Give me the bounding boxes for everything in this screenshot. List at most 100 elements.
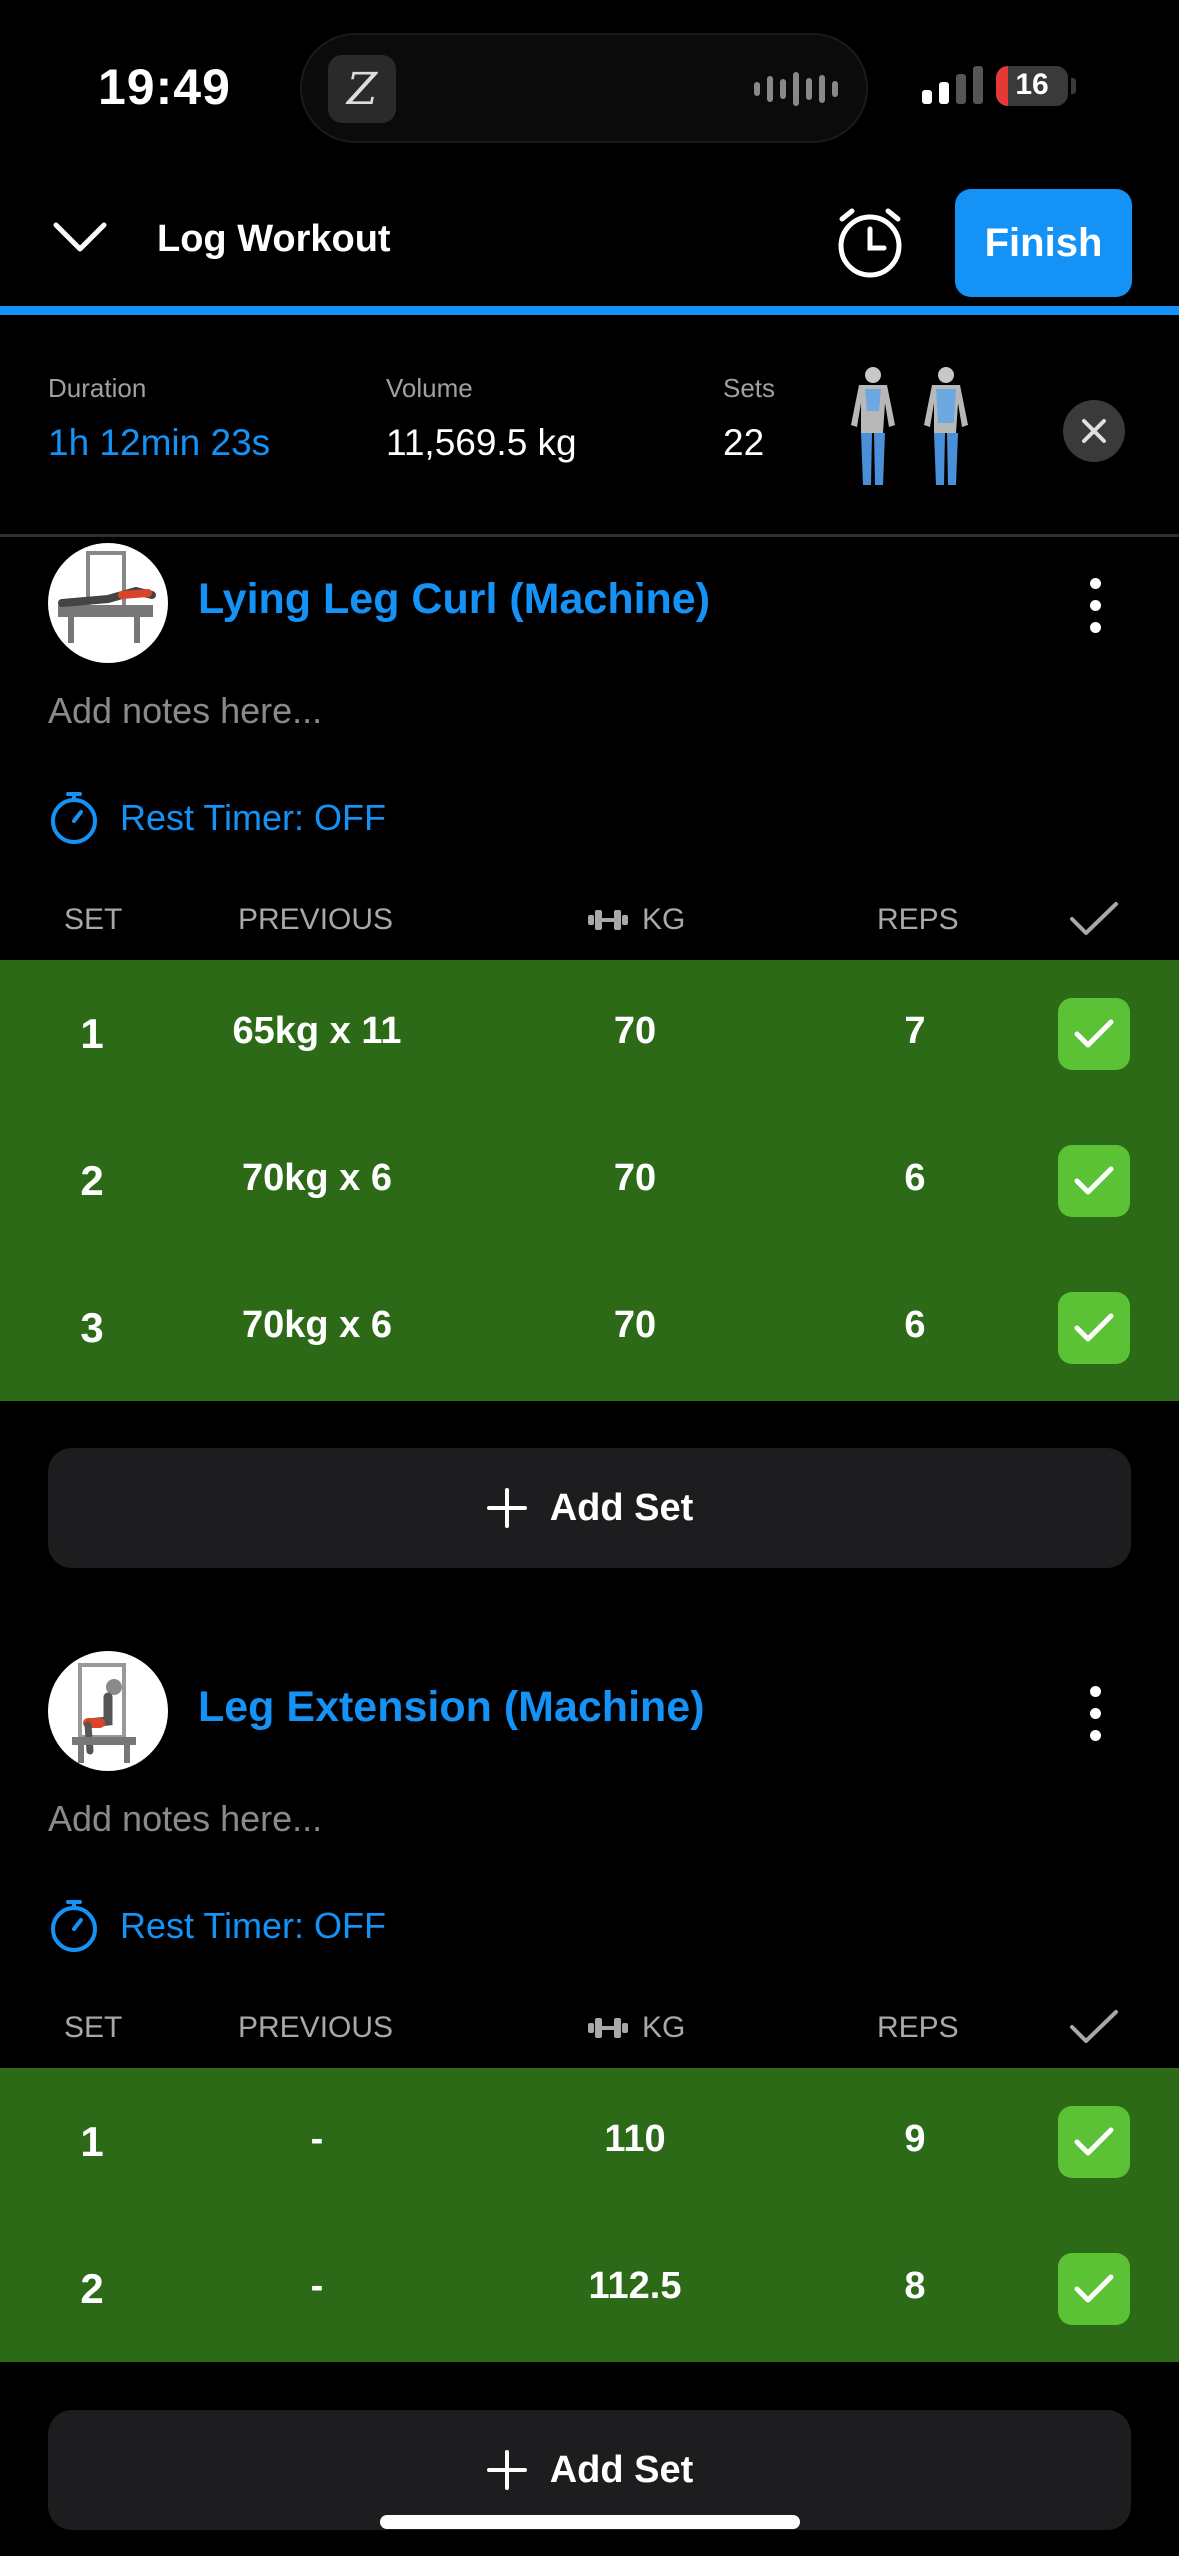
check-icon bbox=[1074, 1313, 1114, 1342]
alarm-clock-icon[interactable] bbox=[832, 205, 908, 281]
home-indicator[interactable] bbox=[380, 2515, 800, 2529]
set-number: 2 bbox=[80, 2265, 104, 2312]
set-kg-input[interactable]: 70 bbox=[535, 1157, 735, 1200]
set-row: 1 65kg x 11 70 7 bbox=[0, 960, 1179, 1107]
audio-wave-icon bbox=[754, 71, 838, 107]
set-reps-input[interactable]: 8 bbox=[830, 2265, 1000, 2308]
duration-stat: Duration 1h 12min 23s bbox=[48, 373, 270, 464]
col-reps: REPS bbox=[877, 2011, 959, 2044]
set-row: 2 - 112.5 8 bbox=[0, 2215, 1179, 2362]
more-options-icon[interactable] bbox=[1085, 1686, 1105, 1752]
sets-stat: Sets 22 bbox=[723, 373, 775, 464]
set-row: 2 70kg x 6 70 6 bbox=[0, 1107, 1179, 1254]
stopwatch-icon bbox=[51, 1900, 97, 1952]
exercise-notes-input[interactable]: Add notes here... bbox=[48, 690, 322, 732]
rest-timer-label: Rest Timer: OFF bbox=[120, 797, 387, 838]
exercise-title[interactable]: Leg Extension (Machine) bbox=[198, 1683, 705, 1732]
sets-label: Sets bbox=[723, 373, 776, 403]
set-reps-input[interactable]: 7 bbox=[830, 1010, 1000, 1053]
sets-table-header: SET PREVIOUS KG REPS bbox=[0, 885, 1179, 955]
duration-value: 1h 12min 23s bbox=[48, 422, 271, 463]
set-row: 3 70kg x 6 70 6 bbox=[0, 1254, 1179, 1401]
rest-timer-label: Rest Timer: OFF bbox=[120, 1905, 387, 1946]
set-previous[interactable]: - bbox=[182, 2265, 452, 2308]
set-complete-checkbox[interactable] bbox=[1058, 1145, 1130, 1217]
sets-value: 22 bbox=[723, 422, 765, 463]
volume-stat: Volume 11,569.5 kg bbox=[386, 373, 577, 464]
set-previous[interactable]: 70kg x 6 bbox=[182, 1304, 452, 1347]
plus-icon bbox=[486, 2450, 527, 2490]
set-reps-input[interactable]: 6 bbox=[830, 1157, 1000, 1200]
finish-button[interactable]: Finish bbox=[955, 189, 1132, 297]
status-time: 19:49 bbox=[98, 59, 231, 115]
check-icon bbox=[1074, 1019, 1114, 1048]
dynamic-island[interactable]: Z bbox=[300, 33, 868, 143]
col-set: SET bbox=[64, 2011, 123, 2044]
header-progress-line bbox=[0, 306, 1179, 315]
muscle-map-front-icon[interactable] bbox=[845, 365, 901, 490]
set-row: 1 - 110 9 bbox=[0, 2068, 1179, 2215]
close-stats-button[interactable] bbox=[1063, 400, 1125, 462]
set-kg-input[interactable]: 70 bbox=[535, 1304, 735, 1347]
set-number: 1 bbox=[80, 2118, 104, 2165]
add-set-button[interactable]: Add Set bbox=[48, 2410, 1131, 2530]
sets-list: 1 65kg x 11 70 7 2 70kg x 6 70 6 3 70kg … bbox=[0, 960, 1179, 1401]
duration-label: Duration bbox=[48, 373, 147, 403]
close-icon bbox=[1082, 419, 1106, 443]
col-previous: PREVIOUS bbox=[238, 903, 394, 936]
battery-icon: 16 bbox=[996, 66, 1068, 106]
add-set-label: Add Set bbox=[549, 1486, 694, 1529]
set-kg-input[interactable]: 112.5 bbox=[535, 2265, 735, 2308]
status-bar: 19:49 Z 16 bbox=[0, 0, 1179, 175]
set-complete-checkbox[interactable] bbox=[1058, 2106, 1130, 2178]
dumbbell-icon bbox=[588, 2018, 628, 2038]
col-kg: KG bbox=[586, 903, 685, 937]
checkmark-header-icon bbox=[1070, 2010, 1118, 2043]
set-reps-input[interactable]: 9 bbox=[830, 2118, 1000, 2161]
volume-value: 11,569.5 kg bbox=[386, 422, 577, 463]
stopwatch-icon bbox=[51, 792, 97, 844]
dumbbell-icon bbox=[588, 910, 628, 930]
chevron-down-icon[interactable] bbox=[52, 220, 108, 254]
muscle-map-back-icon[interactable] bbox=[918, 365, 974, 490]
set-previous[interactable]: 70kg x 6 bbox=[182, 1157, 452, 1200]
workout-stats: Duration 1h 12min 23s Volume 11,569.5 kg… bbox=[0, 315, 1179, 537]
exercise-notes-input[interactable]: Add notes here... bbox=[48, 1798, 322, 1840]
rest-timer-button[interactable]: Rest Timer: OFF bbox=[48, 1898, 386, 1954]
plus-icon bbox=[486, 1488, 527, 1528]
set-kg-input[interactable]: 110 bbox=[535, 2118, 735, 2161]
add-set-button[interactable]: Add Set bbox=[48, 1448, 1131, 1568]
exercise-thumbnail[interactable] bbox=[48, 543, 168, 663]
cellular-signal-icon bbox=[922, 64, 983, 104]
exercise-title[interactable]: Lying Leg Curl (Machine) bbox=[198, 575, 710, 624]
page-title: Log Workout bbox=[157, 218, 391, 260]
set-number: 3 bbox=[80, 1304, 104, 1351]
set-number: 2 bbox=[80, 1157, 104, 1204]
battery-level: 16 bbox=[1015, 68, 1049, 101]
live-activity-app-icon: Z bbox=[328, 55, 396, 123]
check-icon bbox=[1074, 1166, 1114, 1195]
checkmark-header-icon bbox=[1070, 902, 1118, 935]
set-previous[interactable]: - bbox=[182, 2118, 452, 2161]
set-number: 1 bbox=[80, 1010, 104, 1057]
more-options-icon[interactable] bbox=[1085, 578, 1105, 644]
set-complete-checkbox[interactable] bbox=[1058, 2253, 1130, 2325]
workout-header: Log Workout Finish bbox=[0, 175, 1179, 310]
rest-timer-button[interactable]: Rest Timer: OFF bbox=[48, 790, 386, 846]
sets-table-header: SET PREVIOUS KG REPS bbox=[0, 1993, 1179, 2063]
check-icon bbox=[1074, 2127, 1114, 2156]
sets-list: 1 - 110 9 2 - 112.5 8 bbox=[0, 2068, 1179, 2362]
set-complete-checkbox[interactable] bbox=[1058, 1292, 1130, 1364]
set-reps-input[interactable]: 6 bbox=[830, 1304, 1000, 1347]
col-kg: KG bbox=[586, 2011, 685, 2045]
col-previous: PREVIOUS bbox=[238, 2011, 394, 2044]
col-set: SET bbox=[64, 903, 123, 936]
volume-label: Volume bbox=[386, 373, 473, 403]
set-kg-input[interactable]: 70 bbox=[535, 1010, 735, 1053]
exercise-thumbnail[interactable] bbox=[48, 1651, 168, 1771]
set-complete-checkbox[interactable] bbox=[1058, 998, 1130, 1070]
col-reps: REPS bbox=[877, 903, 959, 936]
check-icon bbox=[1074, 2274, 1114, 2303]
add-set-label: Add Set bbox=[549, 2448, 694, 2491]
set-previous[interactable]: 65kg x 11 bbox=[182, 1010, 452, 1053]
